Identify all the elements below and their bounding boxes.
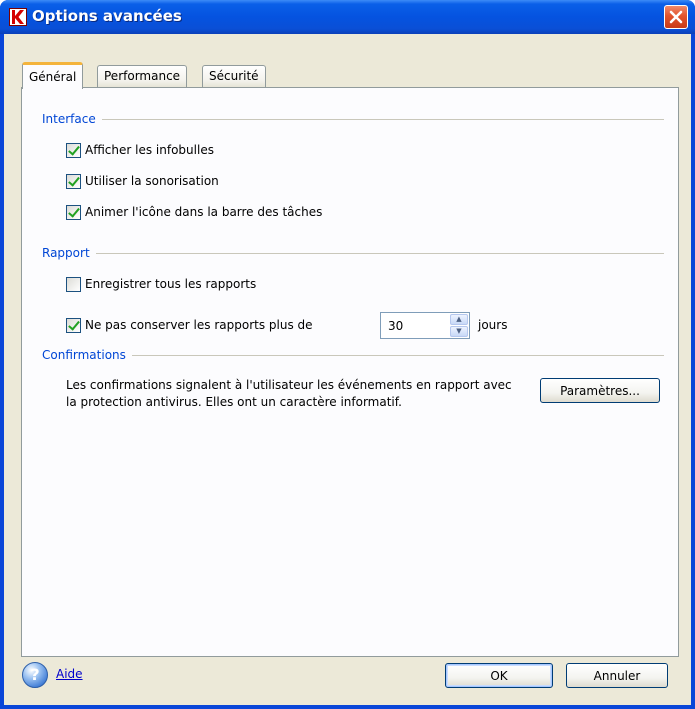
group-divider [95,252,664,254]
infobulles-label: Afficher les infobulles [85,143,214,157]
title-bar[interactable]: Options avancées [0,0,695,34]
help-link[interactable]: Aide [56,667,83,681]
interface-header-label: Interface [42,112,96,126]
jours-spinbox[interactable]: ▲ ▼ [380,312,470,339]
close-button[interactable] [664,5,688,29]
enregistrer-rapports-label: Enregistrer tous les rapports [85,277,257,291]
jours-input[interactable] [383,315,447,336]
option-sonorisation[interactable]: Utiliser la sonorisation [66,172,219,190]
parametres-button[interactable]: Paramètres... [540,378,660,403]
tab-securite[interactable]: Sécurité [202,65,266,87]
sonorisation-label: Utiliser la sonorisation [85,174,219,188]
confirmations-header-label: Confirmations [42,348,126,362]
option-infobulles[interactable]: Afficher les infobulles [66,141,214,159]
spin-down-button[interactable]: ▼ [450,326,468,337]
help-icon[interactable]: ? [22,662,48,688]
tab-panel-general: Interface Afficher les infobulles Utilis… [21,87,679,657]
option-enregistrer-rapports[interactable]: Enregistrer tous les rapports [66,275,256,293]
infobulles-checkbox[interactable] [66,142,81,158]
ok-button[interactable]: OK [445,663,553,688]
kaspersky-k-glyph [12,10,24,24]
tab-performance[interactable]: Performance [97,65,188,87]
cancel-button[interactable]: Annuler [566,663,668,688]
interface-group-header: Interface [42,111,664,127]
confirmations-group-header: Confirmations [42,347,664,363]
limite-rapports-checkbox[interactable] [66,317,81,333]
rapport-group-header: Rapport [42,245,664,261]
spin-buttons: ▲ ▼ [450,314,468,337]
option-limite-rapports[interactable]: Ne pas conserver les rapports plus de [66,316,313,334]
group-divider [101,118,664,120]
dialog-client-area: Général Performance Sécurité Interface A… [4,34,691,705]
option-animer-icone[interactable]: Animer l'icône dans la barre des tâches [66,203,322,221]
rapport-header-label: Rapport [42,246,90,260]
spin-up-button[interactable]: ▲ [450,314,468,325]
group-divider [131,354,664,356]
sonorisation-checkbox[interactable] [66,173,81,189]
animer-icone-checkbox[interactable] [66,204,81,220]
window-title: Options avancées [32,7,182,25]
limite-rapports-label: Ne pas conserver les rapports plus de [85,318,313,332]
animer-icone-label: Animer l'icône dans la barre des tâches [85,205,323,219]
tab-general[interactable]: Général [22,62,84,89]
confirmations-description: Les confirmations signalent à l'utilisat… [66,378,512,409]
dialog-window: Options avancées Général Performance Séc… [0,0,695,709]
enregistrer-rapports-checkbox[interactable] [66,276,81,292]
close-icon [669,10,683,24]
jours-unit-label: jours [478,318,508,332]
kaspersky-logo-icon [9,8,27,26]
